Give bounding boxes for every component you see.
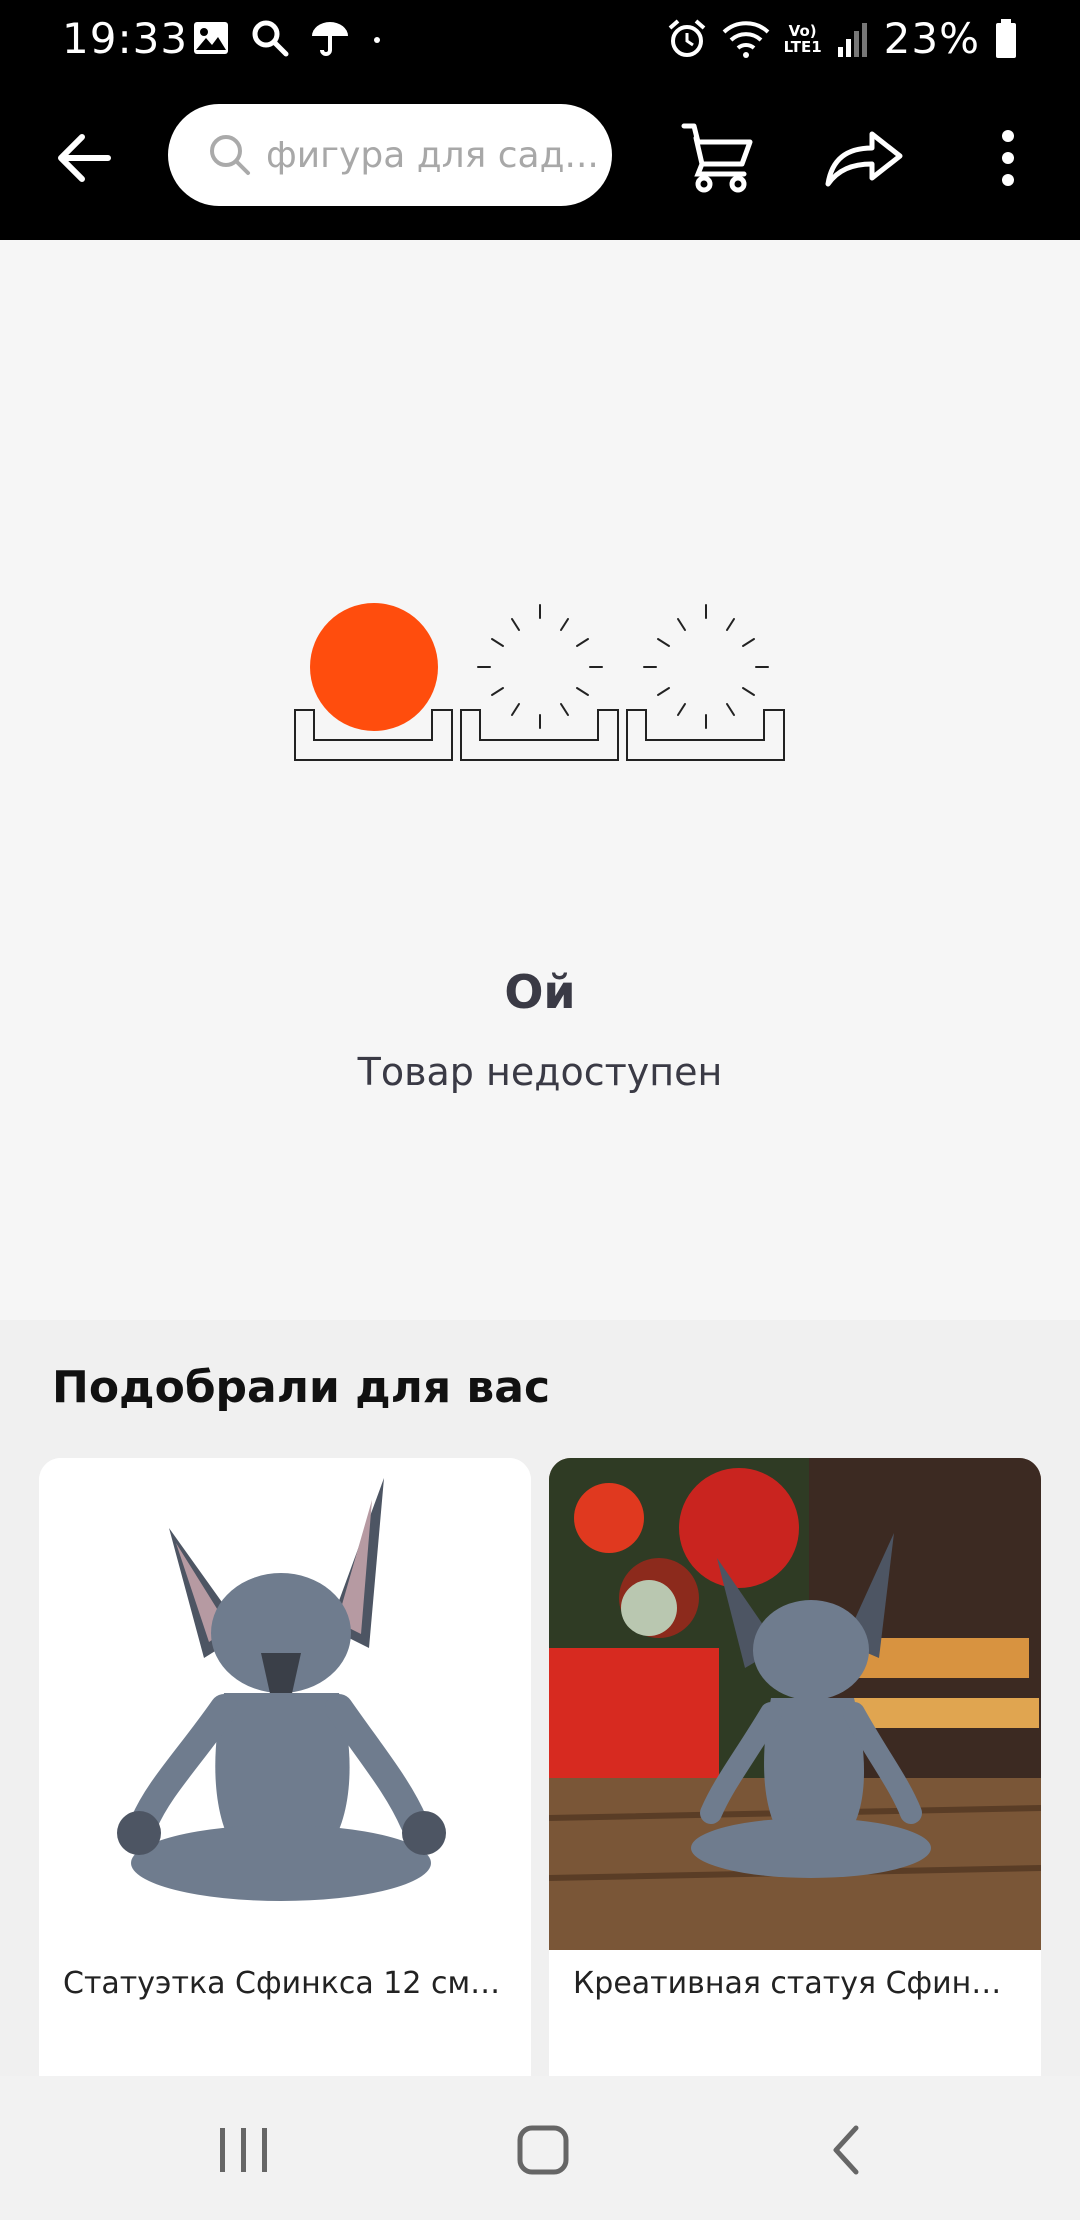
product-card[interactable]: Статуэтка Сфинкса 12 см, м... <box>39 1458 531 2078</box>
status-system-icons: Vo) LTE1 23% <box>666 14 1018 63</box>
gallery-icon <box>194 22 228 54</box>
product-image-sphynx-statue-christmas <box>549 1458 1041 1950</box>
recent-apps-icon[interactable] <box>212 2124 276 2176</box>
status-bar: 19:33 Vo) LTE1 23% <box>0 0 1080 76</box>
more-vert-icon <box>1002 130 1014 186</box>
network-type-label: Vo) LTE1 <box>784 23 822 55</box>
volte-label: Vo) <box>788 21 817 40</box>
app-toolbar: фигура для сад... <box>0 76 1080 240</box>
back-button[interactable] <box>52 126 116 190</box>
search-notification-icon <box>252 20 289 57</box>
search-icon <box>210 135 250 175</box>
search-input[interactable]: фигура для сад... <box>168 104 612 206</box>
share-button[interactable] <box>824 120 904 192</box>
alarm-icon <box>668 18 705 57</box>
status-time: 19:33 <box>62 14 189 63</box>
dot-icon <box>374 37 380 43</box>
product-title: Статуэтка Сфинкса 12 см, м... <box>63 1966 507 2001</box>
product-image-sphynx-statue <box>39 1458 531 1950</box>
battery-icon <box>996 18 1016 58</box>
more-options-button[interactable] <box>984 118 1032 198</box>
share-icon <box>825 131 903 187</box>
loading-error-illustration <box>294 603 785 761</box>
signal-icon <box>837 22 867 57</box>
error-section: Ой Товар недоступен <box>0 240 1080 1320</box>
system-navigation-bar <box>0 2076 1080 2220</box>
cart-button[interactable] <box>680 118 756 194</box>
error-subtitle: Товар недоступен <box>357 1050 723 1094</box>
back-arrow-icon <box>58 134 111 182</box>
cart-icon <box>681 123 753 193</box>
search-placeholder: фигура для сад... <box>266 134 599 176</box>
umbrella-icon <box>312 22 348 56</box>
error-title: Ой <box>504 965 576 1019</box>
recommendations-title: Подобрали для вас <box>52 1362 551 1413</box>
home-icon[interactable] <box>516 2124 572 2176</box>
product-title: Креативная статуя Сфинкса... <box>573 1966 1017 2001</box>
status-notification-icons <box>192 18 384 58</box>
orange-sun-icon <box>310 603 438 731</box>
product-card[interactable]: Креативная статуя Сфинкса... <box>549 1458 1041 2078</box>
lte-label: LTE1 <box>783 37 822 56</box>
wifi-icon <box>722 20 770 58</box>
nav-back-icon[interactable] <box>826 2122 868 2178</box>
battery-percent: 23% <box>883 14 980 63</box>
